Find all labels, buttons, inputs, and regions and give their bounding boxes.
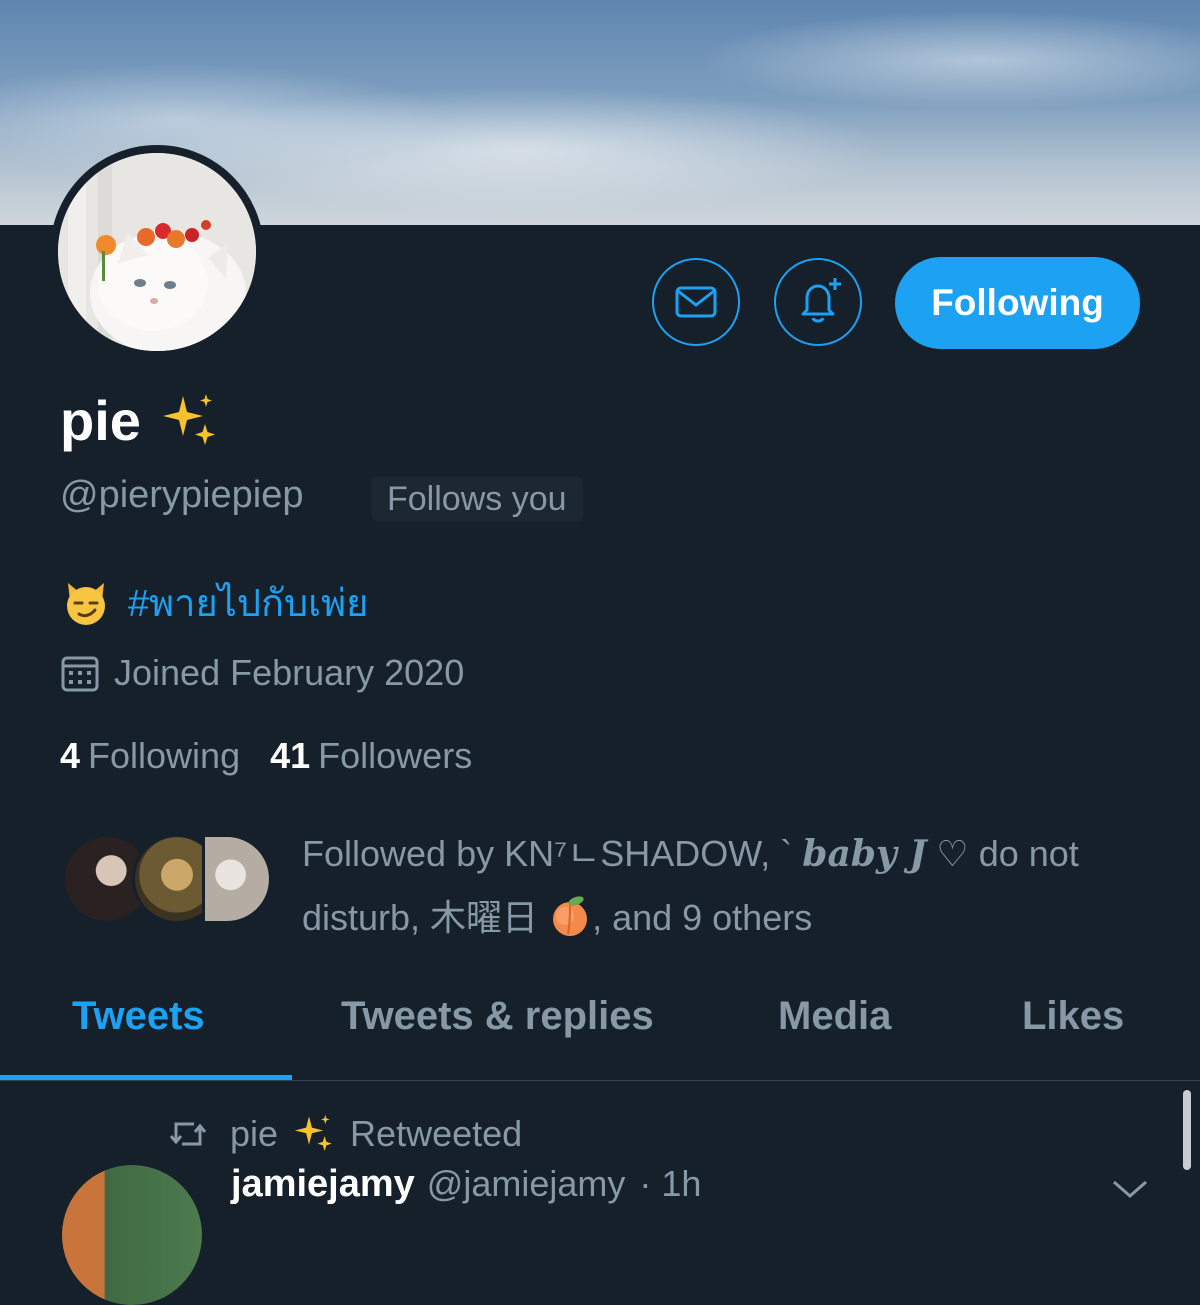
followed-by-prefix: Followed by KN⁷ㄴSHADOW, `	[302, 833, 803, 874]
followed-by-avatars[interactable]	[62, 834, 272, 924]
profile-avatar[interactable]	[58, 153, 256, 351]
bio-hashtag-link[interactable]: #พายไปกับเพ่ย	[128, 572, 368, 633]
tab-tweets-and-replies[interactable]: Tweets & replies	[341, 994, 654, 1039]
user-handle: @pierypiepiep	[60, 474, 304, 516]
tweet-timestamp[interactable]: · 1h	[639, 1163, 701, 1205]
sparkles-emoji-icon	[162, 393, 215, 445]
following-button[interactable]: Following	[895, 257, 1140, 349]
tweet-author-avatar[interactable]	[62, 1165, 202, 1305]
mail-icon	[675, 286, 717, 318]
chevron-down-icon[interactable]	[1110, 1178, 1150, 1200]
followers-count: 41	[270, 735, 311, 776]
retweeter-name[interactable]: pie	[230, 1113, 278, 1155]
retweet-icon	[169, 1122, 207, 1146]
followers-label: Followers	[318, 735, 473, 776]
followers-count-link[interactable]: 41 Followers	[270, 735, 472, 777]
scrollbar[interactable]	[1183, 1090, 1191, 1170]
bio: #พายไปกับเพ่ย	[62, 572, 368, 633]
following-count-link[interactable]: 4 Following	[60, 735, 240, 777]
notifications-button[interactable]	[774, 258, 862, 346]
profile-name-row: pie	[60, 388, 221, 453]
notification-bell-add-icon	[801, 278, 841, 323]
tweet-author-handle[interactable]: @jamiejamy	[427, 1163, 626, 1205]
tab-likes[interactable]: Likes	[1022, 994, 1124, 1039]
retweet-context: pie Retweeted	[168, 1112, 522, 1156]
followed-by-suffix: , and 9 others	[592, 897, 813, 938]
following-label: Following	[88, 735, 241, 776]
active-tab-indicator	[0, 1075, 292, 1080]
followed-by-styled-name: baby J	[802, 833, 927, 875]
message-button[interactable]	[652, 258, 740, 346]
avatar	[202, 834, 272, 924]
joined-date: Joined February 2020	[60, 652, 464, 694]
sparkles-emoji-icon	[294, 1114, 332, 1152]
retweeted-label: Retweeted	[350, 1113, 523, 1154]
tab-tweets[interactable]: Tweets	[72, 994, 205, 1039]
followed-by-text[interactable]: Followed by KN⁷ㄴSHADOW, ` baby J ♡ do no…	[302, 822, 1152, 949]
following-count: 4	[60, 735, 81, 776]
calendar-icon	[61, 656, 99, 692]
joined-text: Joined February 2020	[114, 652, 465, 693]
peach-emoji-icon	[553, 896, 588, 936]
follows-you-badge: Follows you	[371, 477, 583, 521]
display-name: pie	[60, 389, 141, 452]
smirking-cat-emoji-icon	[67, 582, 105, 625]
profile-stats: 4 Following 41 Followers	[60, 735, 472, 777]
tab-media[interactable]: Media	[778, 994, 891, 1039]
profile-tabs: Tweets Tweets & replies Media Likes	[0, 980, 1200, 1081]
